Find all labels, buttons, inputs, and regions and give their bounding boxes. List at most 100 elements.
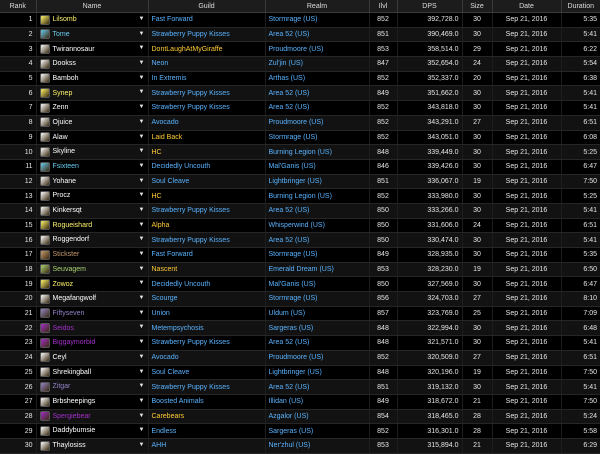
player-name-link[interactable]: Zenn xyxy=(53,104,69,111)
realm-link[interactable]: Stormrage (US) xyxy=(269,16,318,23)
guild-link[interactable]: Laid Back xyxy=(152,134,183,141)
guild-link[interactable]: Strawberry Puppy Kisses xyxy=(152,90,230,97)
chevron-down-icon[interactable]: ▼ xyxy=(139,410,145,423)
realm-link[interactable]: Proudmoore (US) xyxy=(269,354,324,361)
guild-link[interactable]: Neon xyxy=(152,60,169,67)
realm-link[interactable]: Emerald Dream (US) xyxy=(269,266,334,273)
realm-link[interactable]: Area 52 (US) xyxy=(269,90,310,97)
player-name-link[interactable]: Brbsheepings xyxy=(53,398,96,405)
player-name-link[interactable]: Zowoz xyxy=(53,281,74,288)
chevron-down-icon[interactable]: ▼ xyxy=(139,219,145,232)
player-name-link[interactable]: Ceyl xyxy=(53,354,67,361)
realm-link[interactable]: Whisperwind (US) xyxy=(269,222,325,229)
guild-link[interactable]: Soul Cleave xyxy=(152,369,190,376)
player-name-link[interactable]: Rogueishard xyxy=(53,222,93,229)
realm-link[interactable]: Area 52 (US) xyxy=(269,104,310,111)
guild-link[interactable]: Nascent xyxy=(152,266,178,273)
chevron-down-icon[interactable]: ▼ xyxy=(139,307,145,320)
chevron-down-icon[interactable]: ▼ xyxy=(139,101,145,114)
chevron-down-icon[interactable]: ▼ xyxy=(139,292,145,305)
realm-link[interactable]: Proudmoore (US) xyxy=(269,46,324,53)
player-name-link[interactable]: Bamboh xyxy=(53,75,79,82)
guild-link[interactable]: Fast Forward xyxy=(152,251,193,258)
player-name-link[interactable]: Alaw xyxy=(53,134,68,141)
chevron-down-icon[interactable]: ▼ xyxy=(139,366,145,379)
realm-link[interactable]: Arthas (US) xyxy=(269,75,306,82)
header-name[interactable]: Name xyxy=(36,0,149,13)
realm-link[interactable]: Lightbringer (US) xyxy=(269,369,322,376)
realm-link[interactable]: Azgalor (US) xyxy=(269,413,309,420)
realm-link[interactable]: Zul'jin (US) xyxy=(269,60,303,67)
chevron-down-icon[interactable]: ▼ xyxy=(139,28,145,41)
realm-link[interactable]: Area 52 (US) xyxy=(269,31,310,38)
chevron-down-icon[interactable]: ▼ xyxy=(139,189,145,202)
guild-link[interactable]: AHH xyxy=(152,442,167,449)
player-name-link[interactable]: Lilsomb xyxy=(53,16,77,23)
player-name-link[interactable]: Stickster xyxy=(53,251,80,258)
realm-link[interactable]: Illidan (US) xyxy=(269,398,304,405)
guild-link[interactable]: Scourge xyxy=(152,295,178,302)
player-name-link[interactable]: Yohane xyxy=(53,178,77,185)
player-name-link[interactable]: Fsixteen xyxy=(53,163,79,170)
chevron-down-icon[interactable]: ▼ xyxy=(139,72,145,85)
player-name-link[interactable]: Biggaymorbid xyxy=(53,339,96,346)
chevron-down-icon[interactable]: ▼ xyxy=(139,86,145,99)
realm-link[interactable]: Area 52 (US) xyxy=(269,207,310,214)
player-name-link[interactable]: Fiftyseven xyxy=(53,310,85,317)
realm-link[interactable]: Sargeras (US) xyxy=(269,428,314,435)
chevron-down-icon[interactable]: ▼ xyxy=(139,424,145,437)
chevron-down-icon[interactable]: ▼ xyxy=(139,233,145,246)
chevron-down-icon[interactable]: ▼ xyxy=(139,204,145,217)
realm-link[interactable]: Area 52 (US) xyxy=(269,237,310,244)
chevron-down-icon[interactable]: ▼ xyxy=(139,131,145,144)
guild-link[interactable]: Fast Forward xyxy=(152,16,193,23)
realm-link[interactable]: Stormrage (US) xyxy=(269,251,318,258)
chevron-down-icon[interactable]: ▼ xyxy=(139,380,145,393)
header-dps[interactable]: DPS xyxy=(397,0,463,13)
player-name-link[interactable]: Skyline xyxy=(53,148,76,155)
guild-link[interactable]: HC xyxy=(152,193,162,200)
guild-link[interactable]: Carebears xyxy=(152,413,185,420)
player-name-link[interactable]: Roggendorf xyxy=(53,236,90,243)
header-guild[interactable]: Guild xyxy=(148,0,266,13)
player-name-link[interactable]: Ojuice xyxy=(53,119,73,126)
chevron-down-icon[interactable]: ▼ xyxy=(139,42,145,55)
realm-link[interactable]: Proudmoore (US) xyxy=(269,119,324,126)
chevron-down-icon[interactable]: ▼ xyxy=(139,277,145,290)
player-name-link[interactable]: Thaylosiss xyxy=(53,442,86,449)
chevron-down-icon[interactable]: ▼ xyxy=(139,395,145,408)
header-rank[interactable]: Rank xyxy=(0,0,37,13)
realm-link[interactable]: Burning Legion (US) xyxy=(269,193,332,200)
chevron-down-icon[interactable]: ▼ xyxy=(139,351,145,364)
guild-link[interactable]: In Extremis xyxy=(152,75,187,82)
header-date[interactable]: Date xyxy=(492,0,562,13)
guild-link[interactable]: Metempsychosis xyxy=(152,325,204,332)
realm-link[interactable]: Uldum (US) xyxy=(269,310,306,317)
player-name-link[interactable]: Shrekingball xyxy=(53,369,92,376)
player-name-link[interactable]: Twirannosaur xyxy=(53,46,95,53)
chevron-down-icon[interactable]: ▼ xyxy=(139,13,145,26)
guild-link[interactable]: Union xyxy=(152,310,170,317)
guild-link[interactable]: HC xyxy=(152,149,162,156)
guild-link[interactable]: Endless xyxy=(152,428,177,435)
realm-link[interactable]: Sargeras (US) xyxy=(269,325,314,332)
realm-link[interactable]: Ner'zhul (US) xyxy=(269,442,311,449)
guild-link[interactable]: Avocado xyxy=(152,354,179,361)
guild-link[interactable]: Strawberry Puppy Kisses xyxy=(152,339,230,346)
realm-link[interactable]: Burning Legion (US) xyxy=(269,149,332,156)
guild-link[interactable]: Soul Cleave xyxy=(152,178,190,185)
guild-link[interactable]: Strawberry Puppy Kisses xyxy=(152,31,230,38)
chevron-down-icon[interactable]: ▼ xyxy=(139,263,145,276)
player-name-link[interactable]: Zitgar xyxy=(53,383,71,390)
player-name-link[interactable]: Daddybumsie xyxy=(53,427,96,434)
guild-link[interactable]: DontLaughAtMyGiraffe xyxy=(152,46,223,53)
realm-link[interactable]: Lightbringer (US) xyxy=(269,178,322,185)
guild-link[interactable]: Strawberry Puppy Kisses xyxy=(152,104,230,111)
chevron-down-icon[interactable]: ▼ xyxy=(139,175,145,188)
header-realm[interactable]: Realm xyxy=(265,0,370,13)
player-name-link[interactable]: Kinkersqt xyxy=(53,207,82,214)
player-name-link[interactable]: Synep xyxy=(53,90,73,97)
chevron-down-icon[interactable]: ▼ xyxy=(139,248,145,261)
guild-link[interactable]: Avocado xyxy=(152,119,179,126)
player-name-link[interactable]: Dookss xyxy=(53,60,76,67)
